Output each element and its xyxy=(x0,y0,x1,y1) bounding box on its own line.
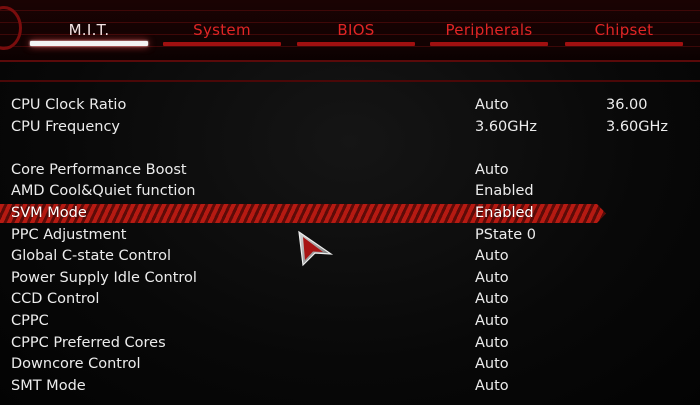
setting-value: PState 0 xyxy=(475,227,536,243)
tab-underline xyxy=(565,42,683,46)
header-texture-line xyxy=(0,10,700,11)
setting-smt-mode[interactable]: SMT Mode Auto xyxy=(0,376,700,397)
tab-underline xyxy=(297,42,415,46)
setting-label: SVM Mode xyxy=(11,205,87,221)
setting-label: Power Supply Idle Control xyxy=(11,270,197,286)
arrow-cursor-icon xyxy=(298,230,334,267)
content-divider xyxy=(0,80,700,82)
setting-label: PPC Adjustment xyxy=(11,227,127,243)
tab-label: System xyxy=(193,21,251,39)
setting-downcore-control[interactable]: Downcore Control Auto xyxy=(0,354,700,375)
setting-amd-cool-quiet[interactable]: AMD Cool&Quiet function Enabled xyxy=(0,181,700,202)
setting-value: Auto xyxy=(475,291,509,307)
setting-ppc-adjustment[interactable]: PPC Adjustment PState 0 xyxy=(0,225,700,246)
tab-mit[interactable]: M.I.T. xyxy=(30,18,148,48)
setting-label: Core Performance Boost xyxy=(11,162,187,178)
setting-value: Auto xyxy=(475,313,509,329)
setting-cppc-preferred-cores[interactable]: CPPC Preferred Cores Auto xyxy=(0,333,700,354)
setting-label: Downcore Control xyxy=(11,356,141,372)
setting-label: Global C-state Control xyxy=(11,248,171,264)
tab-underline xyxy=(163,42,281,46)
tab-underline xyxy=(430,42,548,46)
tab-label: Peripherals xyxy=(445,21,533,39)
setting-value: Auto xyxy=(475,270,509,286)
setting-current-value: 3.60GHz xyxy=(606,119,669,135)
setting-ccd-control[interactable]: CCD Control Auto xyxy=(0,289,700,310)
setting-value: Auto xyxy=(475,335,509,351)
tab-chipset[interactable]: Chipset xyxy=(565,18,683,48)
setting-value: Enabled xyxy=(475,205,534,221)
setting-cppc[interactable]: CPPC Auto xyxy=(0,311,700,332)
setting-label: CCD Control xyxy=(11,291,100,307)
tab-system[interactable]: System xyxy=(163,18,281,48)
tab-underline xyxy=(30,41,148,46)
logo-ring-icon xyxy=(0,6,22,50)
setting-label: CPPC Preferred Cores xyxy=(11,335,166,351)
setting-value: Auto xyxy=(475,378,509,394)
setting-label: CPU Frequency xyxy=(11,119,120,135)
setting-label: CPPC xyxy=(11,313,49,329)
tab-header: M.I.T. System BIOS Peripherals Chipset xyxy=(0,0,700,62)
setting-value: 3.60GHz xyxy=(475,119,538,135)
setting-label: SMT Mode xyxy=(11,378,86,394)
tab-peripherals[interactable]: Peripherals xyxy=(430,18,548,48)
setting-cpu-frequency: CPU Frequency 3.60GHz 3.60GHz xyxy=(0,117,700,138)
setting-value: Auto xyxy=(475,356,509,372)
header-divider xyxy=(0,60,700,62)
setting-value: Auto xyxy=(475,97,509,113)
setting-global-c-state[interactable]: Global C-state Control Auto xyxy=(0,246,700,267)
setting-value: Enabled xyxy=(475,183,534,199)
setting-cpu-clock-ratio[interactable]: CPU Clock Ratio Auto 36.00 xyxy=(0,95,700,116)
setting-value: Auto xyxy=(475,248,509,264)
setting-current-value: 36.00 xyxy=(606,97,648,113)
tab-label: Chipset xyxy=(594,21,654,39)
setting-core-performance-boost[interactable]: Core Performance Boost Auto xyxy=(0,160,700,181)
setting-svm-mode[interactable]: SVM Mode Enabled xyxy=(0,203,700,224)
setting-label: CPU Clock Ratio xyxy=(11,97,127,113)
setting-power-supply-idle[interactable]: Power Supply Idle Control Auto xyxy=(0,268,700,289)
tab-label: M.I.T. xyxy=(68,21,110,39)
bios-screen: M.I.T. System BIOS Peripherals Chipset C… xyxy=(0,0,700,405)
setting-value: Auto xyxy=(475,162,509,178)
tab-label: BIOS xyxy=(337,21,375,39)
tab-bios[interactable]: BIOS xyxy=(297,18,415,48)
setting-label: AMD Cool&Quiet function xyxy=(11,183,196,199)
